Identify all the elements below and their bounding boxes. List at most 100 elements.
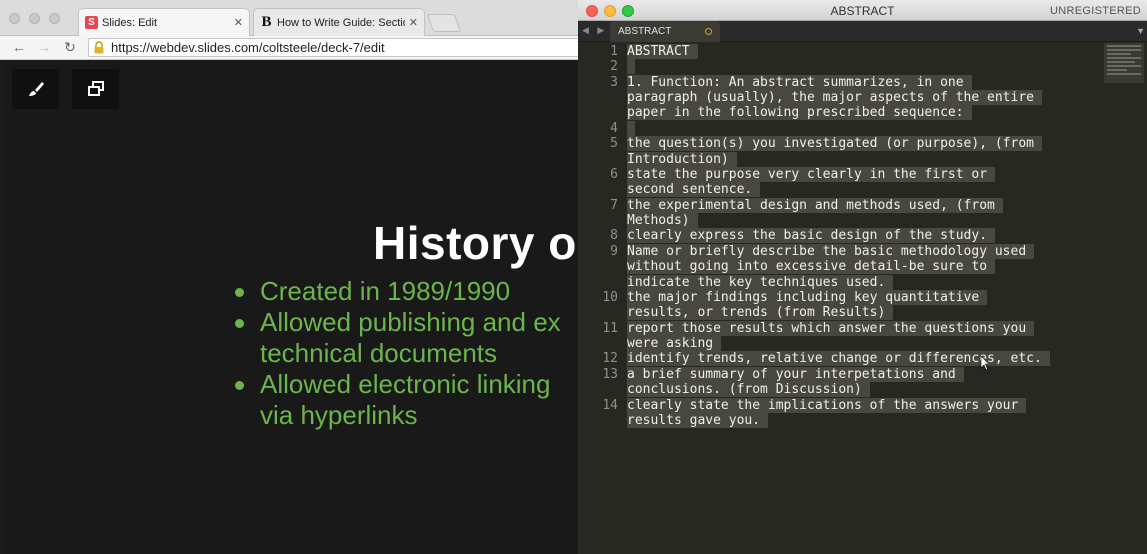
text-cursor-icon xyxy=(980,356,988,370)
tab-dropdown-icon[interactable]: ▼ xyxy=(1136,26,1145,36)
overlapping-windows-icon xyxy=(87,81,104,96)
line-number: 6 xyxy=(610,166,618,182)
slide-bullet-list[interactable]: Created in 1989/1990 Allowed publishing … xyxy=(230,276,590,431)
line-number: 11 xyxy=(602,320,618,336)
brush-icon xyxy=(28,82,44,96)
code-line: second sentence. xyxy=(627,182,761,198)
close-tab-icon[interactable]: ✕ xyxy=(234,16,243,29)
zoom-window-button[interactable] xyxy=(49,13,60,24)
line-number: 12 xyxy=(602,351,618,367)
code-line: conclusions. (from Discussion) xyxy=(627,382,870,398)
line-number: 8 xyxy=(610,228,618,244)
selected-text: the experimental design and methods used… xyxy=(627,197,1003,213)
line-number-gutter: 1 2 3 4 5 6 7 8 9 10 11 12 13 14 xyxy=(578,42,618,554)
selected-text: ABSTRACT xyxy=(627,44,698,59)
close-window-button[interactable] xyxy=(9,13,20,24)
selected-text xyxy=(627,120,635,136)
reload-icon[interactable]: ↻ xyxy=(61,38,79,56)
code-line: report those results which answer the qu… xyxy=(627,320,1035,336)
bullet-text: Allowed publishing and ex xyxy=(260,307,561,337)
address-url: https://webdev.slides.com/coltsteele/dec… xyxy=(111,40,385,55)
selected-text: a brief summary of your interpetations a… xyxy=(627,366,964,382)
selected-text: paragraph (usually), the major aspects o… xyxy=(627,90,1042,106)
selected-text: results gave you. xyxy=(627,412,769,428)
line-number: 2 xyxy=(610,59,618,75)
selected-text: clearly state the implications of the an… xyxy=(627,397,1027,413)
minimize-window-button[interactable] xyxy=(29,13,40,24)
forward-arrow-icon[interactable]: → xyxy=(35,38,53,56)
browser-tab-slides[interactable]: S Slides: Edit ✕ xyxy=(78,8,250,36)
code-line: Name or briefly describe the basic metho… xyxy=(627,243,1035,259)
editor-tab-abstract[interactable]: ABSTRACT xyxy=(610,21,720,42)
bullet-text: Created in 1989/1990 xyxy=(260,276,511,306)
editor-tab-label: ABSTRACT xyxy=(618,26,672,37)
code-line: paper in the following prescribed sequen… xyxy=(627,105,972,121)
code-line: Introduction) xyxy=(627,151,737,167)
code-line: a brief summary of your interpetations a… xyxy=(627,366,964,382)
code-line: clearly express the basic design of the … xyxy=(627,228,996,244)
selected-text: Methods) xyxy=(627,213,698,229)
selected-text: state the purpose very clearly in the fi… xyxy=(627,166,996,182)
unsaved-indicator-icon[interactable] xyxy=(705,28,712,35)
selected-text: results, or trends (from Results) xyxy=(627,305,894,321)
code-line xyxy=(627,120,635,136)
bullet-dot-icon xyxy=(235,288,244,297)
minimap[interactable] xyxy=(1104,43,1144,83)
code-line: indicate the key techniques used. xyxy=(627,274,894,290)
bullet-item: Allowed electronic linking via hyperlink… xyxy=(230,369,590,431)
guide-favicon-icon: B xyxy=(261,14,272,30)
code-line: results gave you. xyxy=(627,412,769,428)
line-number: 5 xyxy=(610,136,618,152)
code-line: the question(s) you investigated (or pur… xyxy=(627,136,1042,152)
selected-text: the question(s) you investigated (or pur… xyxy=(627,136,1042,152)
tab-nav-arrows-icon[interactable]: ◀ ▶ xyxy=(582,25,607,36)
code-text-area[interactable]: ABSTRACT 1. Function: An abstract summari… xyxy=(627,42,1107,554)
code-line xyxy=(627,59,635,75)
new-tab-button[interactable] xyxy=(426,14,462,32)
code-line: the major findings including key quantit… xyxy=(627,289,988,305)
close-tab-icon[interactable]: ✕ xyxy=(409,16,418,29)
lock-icon xyxy=(94,41,104,54)
edit-brush-button[interactable] xyxy=(12,69,59,109)
line-number: 9 xyxy=(610,243,618,259)
editor-titlebar: ABSTRACT UNREGISTERED xyxy=(578,0,1147,21)
code-line: Methods) xyxy=(627,213,698,229)
line-number: 3 xyxy=(610,74,618,90)
tab-title: How to Write Guide: Section xyxy=(277,16,405,29)
selected-text: Name or briefly describe the basic metho… xyxy=(627,243,1035,259)
arrange-button[interactable] xyxy=(72,69,119,109)
bullet-text: Allowed electronic linking xyxy=(260,369,551,399)
line-number: 10 xyxy=(602,289,618,305)
text-editor-window: ABSTRACT UNREGISTERED ◀ ▶ ABSTRACT ▼ 123… xyxy=(578,0,1147,554)
code-line: the experimental design and methods used… xyxy=(627,197,1003,213)
selected-text: report those results which answer the qu… xyxy=(627,320,1035,336)
bullet-item: Created in 1989/1990 xyxy=(230,276,590,307)
code-line: state the purpose very clearly in the fi… xyxy=(627,166,996,182)
slide-title[interactable]: History o xyxy=(373,216,577,270)
bullet-text: via hyperlinks xyxy=(260,400,418,430)
selected-text: without going into excessive detail-be s… xyxy=(627,259,996,275)
line-number: 1 xyxy=(610,44,618,59)
selected-text: paper in the following prescribed sequen… xyxy=(627,105,972,121)
selected-text xyxy=(627,59,635,75)
selected-text: were asking xyxy=(627,336,722,352)
selected-text: conclusions. (from Discussion) xyxy=(627,382,870,398)
code-line: paragraph (usually), the major aspects o… xyxy=(627,90,1042,106)
selected-text: the major findings including key quantit… xyxy=(627,289,988,305)
selected-text: second sentence. xyxy=(627,182,761,198)
line-number: 13 xyxy=(602,366,618,382)
code-line: without going into excessive detail-be s… xyxy=(627,259,996,275)
back-arrow-icon[interactable]: ← xyxy=(10,38,28,56)
bullet-item: Allowed publishing and ex technical docu… xyxy=(230,307,590,369)
selected-text: clearly express the basic design of the … xyxy=(627,228,996,244)
selected-text: Introduction) xyxy=(627,151,737,167)
code-line: clearly state the implications of the an… xyxy=(627,397,1027,413)
browser-tab-guide[interactable]: B How to Write Guide: Section ✕ xyxy=(253,8,425,36)
line-number: 14 xyxy=(602,397,618,413)
line-number: 4 xyxy=(610,120,618,136)
selected-text: indicate the key techniques used. xyxy=(627,274,894,290)
tab-title: Slides: Edit xyxy=(102,16,158,29)
line-number: 7 xyxy=(610,197,618,213)
bullet-text: technical documents xyxy=(260,338,498,368)
slides-favicon-icon: S xyxy=(85,16,98,29)
